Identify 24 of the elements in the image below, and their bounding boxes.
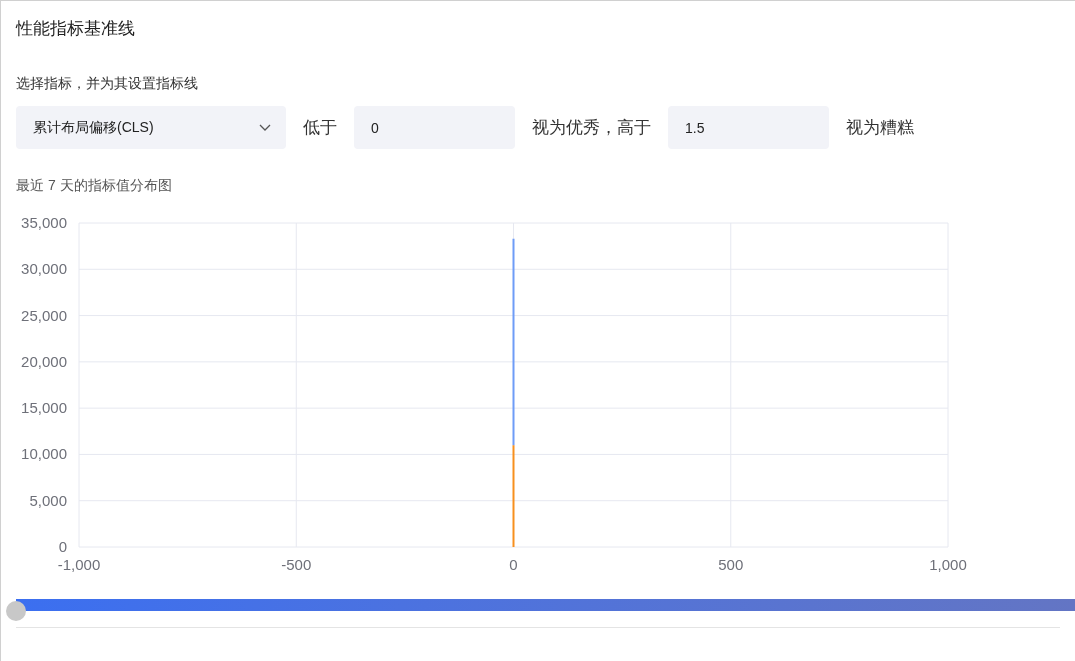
x-axis-label: 1,000 [929, 556, 967, 573]
y-axis-label: 25,000 [21, 306, 67, 324]
x-axis-label: 500 [718, 556, 744, 573]
y-axis-label: 15,000 [21, 399, 67, 417]
x-axis-label: -500 [281, 556, 312, 573]
threshold-input[interactable]: 0 [354, 106, 515, 149]
chart-title: 最近 7 天的指标值分布图 [16, 176, 173, 195]
threshold-input[interactable]: 1.5 [668, 106, 829, 149]
chevron-down-icon [259, 123, 271, 132]
threshold-label: 视为糟糕 [846, 116, 914, 139]
instruction-text: 选择指标，并为其设置指标线 [16, 74, 199, 93]
threshold-label: 低于 [303, 116, 337, 139]
page-title: 性能指标基准线 [16, 18, 136, 40]
x-axis-label: 0 [509, 556, 518, 573]
threshold-label: 视为优秀，高于 [532, 116, 651, 139]
y-axis-label: 5,000 [29, 491, 67, 509]
y-axis-label: 30,000 [21, 260, 67, 278]
y-axis-label: 10,000 [21, 445, 67, 463]
slider-handle[interactable] [6, 601, 26, 621]
y-axis-label: 0 [58, 538, 67, 555]
y-axis-label: 35,000 [21, 214, 67, 231]
x-axis-label: -1,000 [57, 556, 101, 573]
metric-select[interactable]: 累计布局偏移(CLS) [16, 106, 286, 149]
y-axis-label: 20,000 [21, 352, 67, 370]
